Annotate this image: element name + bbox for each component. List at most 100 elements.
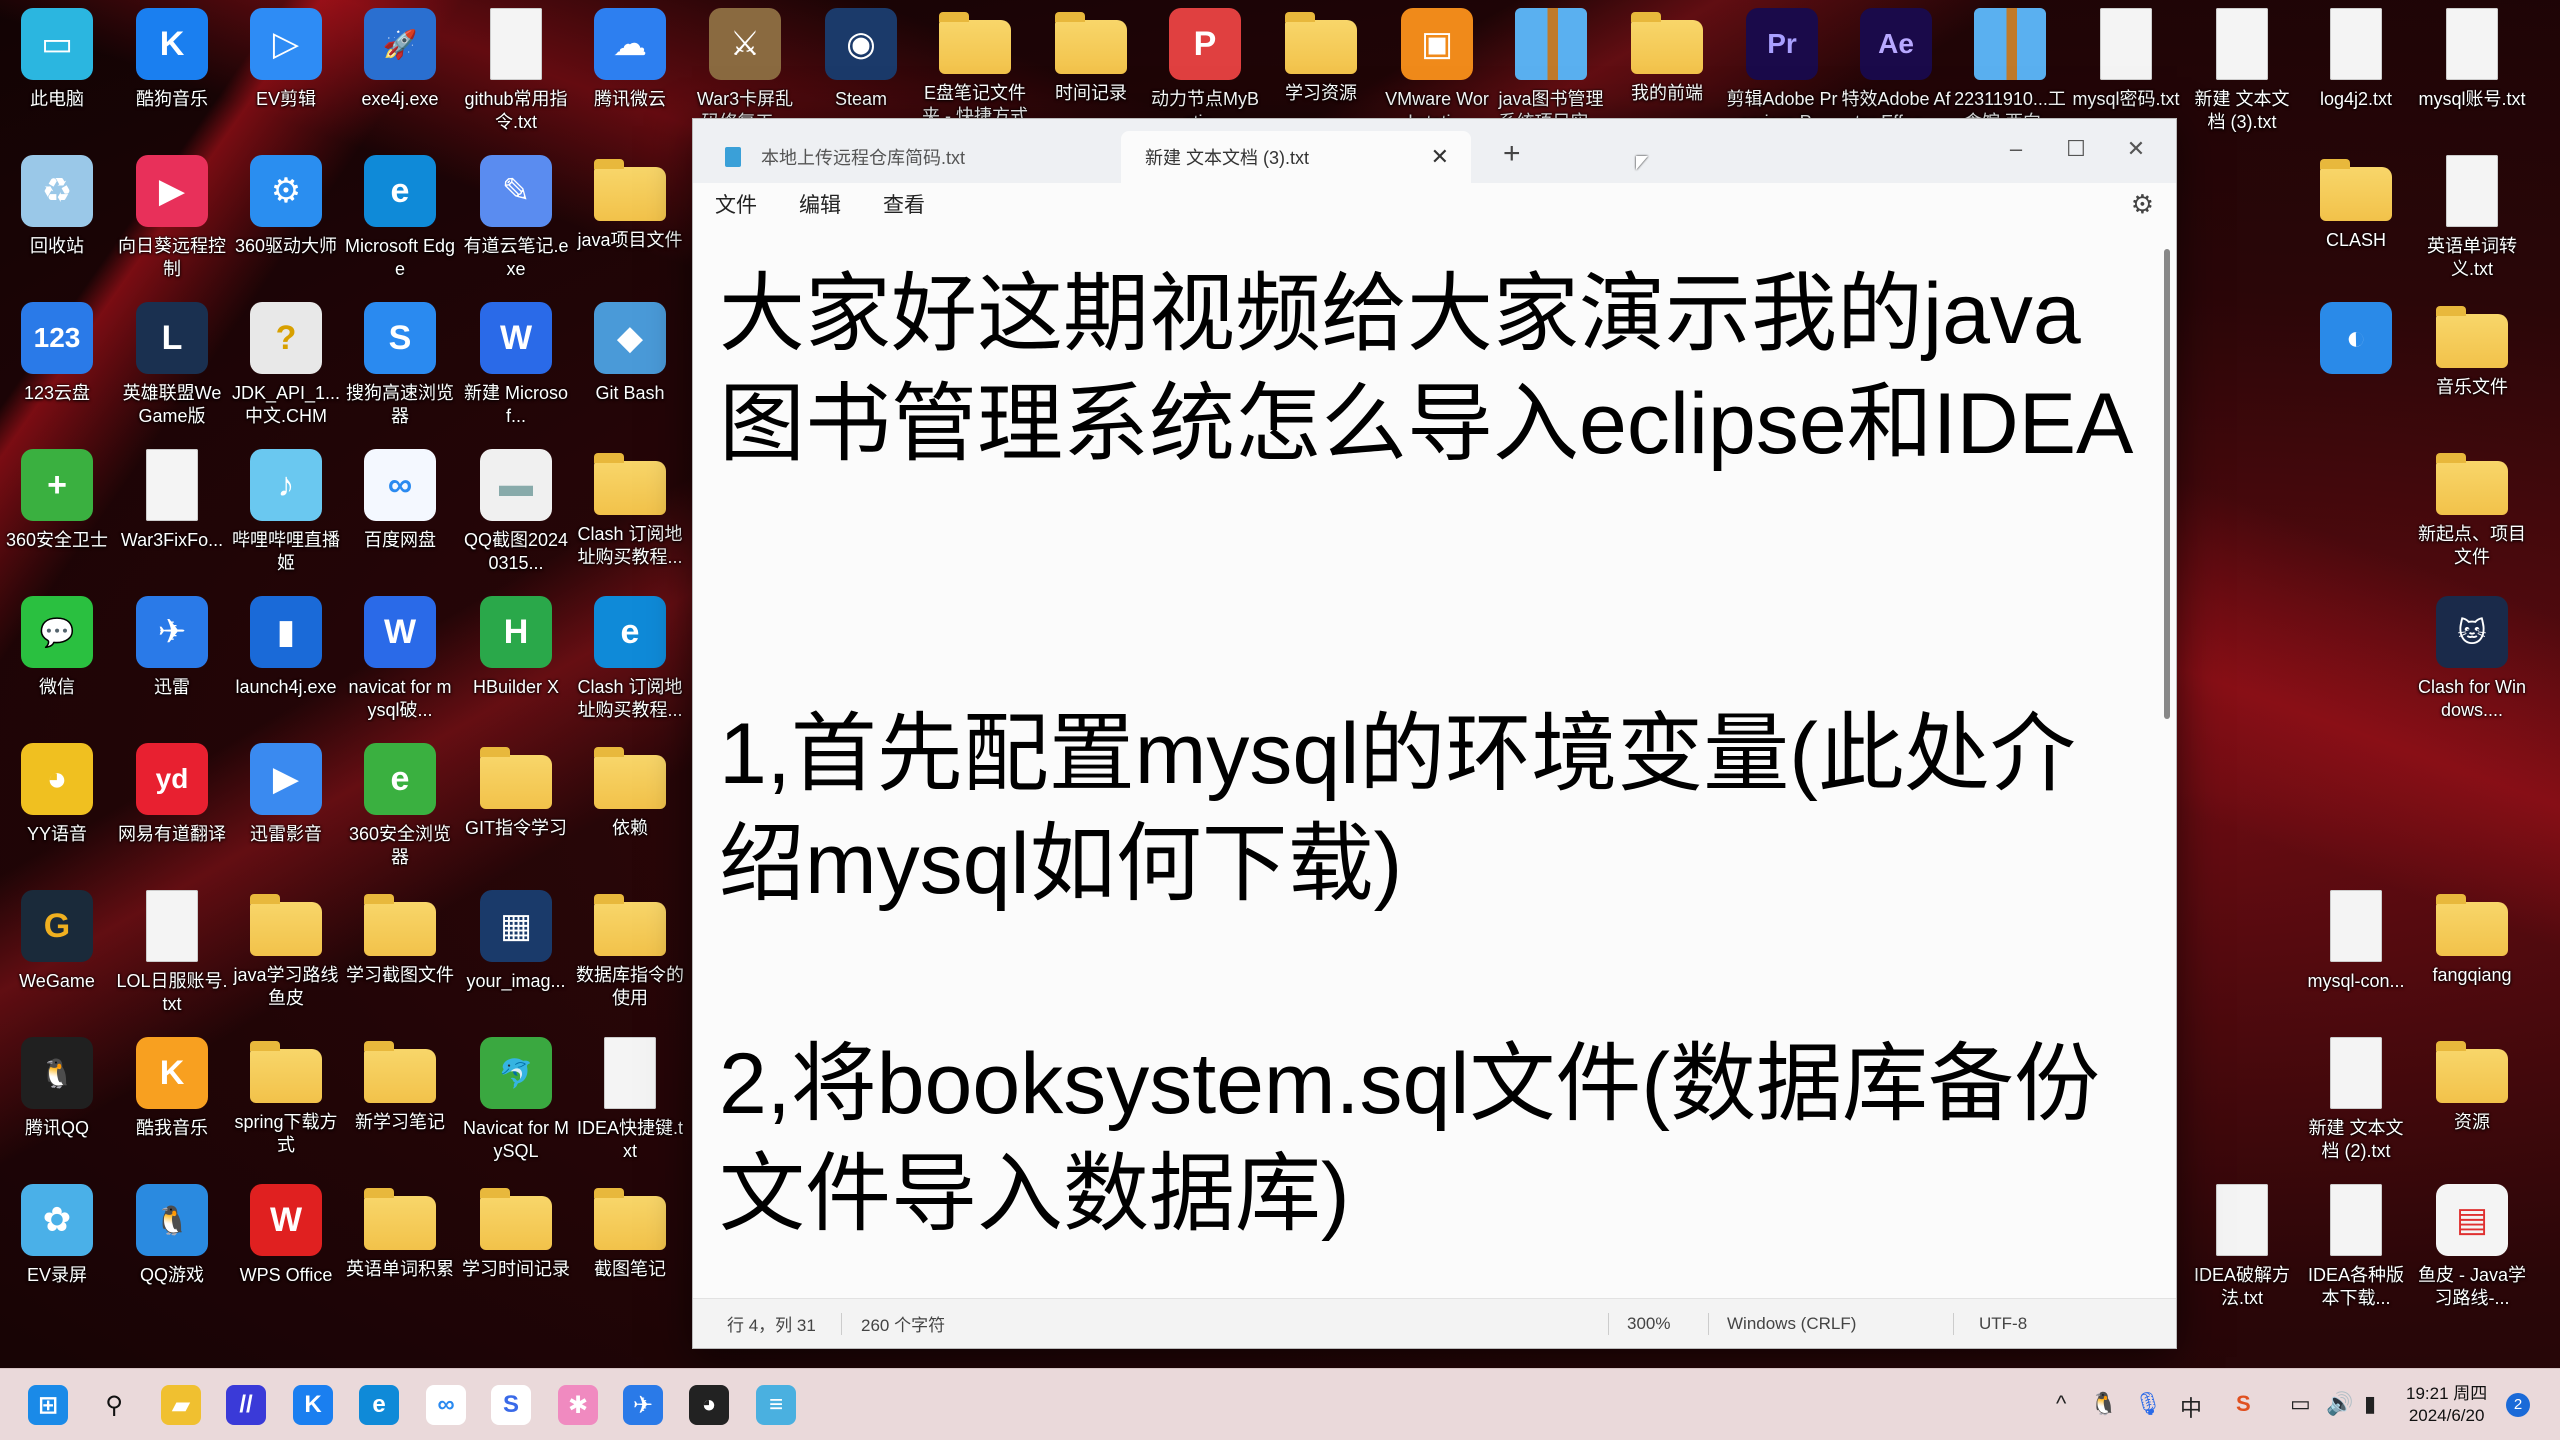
zoom-level[interactable]: 300% [1627, 1314, 1670, 1334]
desktop-icon[interactable]: mysql账号.txt [2416, 8, 2528, 111]
menu-edit[interactable]: 编辑 [799, 189, 841, 219]
desktop-icon[interactable]: S 搜狗高速浏览器 [344, 302, 456, 428]
edge-icon[interactable]: e [359, 1385, 399, 1425]
desktop-icon[interactable]: ▷ EV剪辑 [230, 8, 342, 111]
desktop-icon[interactable]: 新学习笔记 [344, 1037, 456, 1134]
menu-view[interactable]: 查看 [883, 189, 925, 219]
desktop-icon[interactable]: 音乐文件 [2416, 302, 2528, 399]
desktop-icon[interactable]: Pr剪辑Adobe Premiere P... [1726, 8, 1838, 134]
desktop-icon[interactable]: Ae特效Adobe After Effec... [1840, 8, 1952, 134]
desktop-icon[interactable]: mysql密码.txt [2070, 8, 2182, 111]
desktop-icon[interactable]: 💬 微信 [1, 596, 113, 699]
text-editor[interactable]: 大家好这期视频给大家演示我的java图书管理系统怎么导入eclipse和IDEA… [719, 259, 2136, 1292]
desktop-icon[interactable]: ♻ 回收站 [1, 155, 113, 258]
desktop-icon[interactable]: 时间记录 [1035, 8, 1147, 105]
menu-file[interactable]: 文件 [715, 189, 757, 219]
desktop-icon[interactable]: log4j2.txt [2300, 8, 2412, 111]
notification-badge[interactable]: 2 [2506, 1393, 2530, 1417]
desktop-icon[interactable]: 🚀 exe4j.exe [344, 8, 456, 111]
desktop-icon[interactable]: W 新建 Microsof... [460, 302, 572, 428]
desktop-icon[interactable]: ✎ 有道云笔记.exe [460, 155, 572, 281]
display-icon[interactable]: ▭ [2290, 1391, 2311, 1417]
new-tab-button[interactable]: + [1503, 137, 1521, 171]
desktop-icon[interactable]: 🐧 QQ游戏 [116, 1184, 228, 1287]
vertical-scrollbar[interactable] [2164, 249, 2170, 719]
tab-remote-repo-notes[interactable]: 本地上传远程仓库简码.txt [701, 131, 1109, 183]
desktop-icon[interactable]: e 360安全浏览器 [344, 743, 456, 869]
desktop-icon[interactable]: yd 网易有道翻译 [116, 743, 228, 846]
desktop-icon[interactable]: IDEA破解方法.txt [2186, 1184, 2298, 1310]
desktop-icon[interactable]: ◕ YY语音 [1, 743, 113, 846]
line-ending[interactable]: Windows (CRLF) [1727, 1314, 1856, 1334]
desktop-icon[interactable]: 英语单词积累 [344, 1184, 456, 1281]
desktop-icon[interactable]: ▣VMware Workstati... [1381, 8, 1493, 134]
ime-indicator[interactable]: 中 [2180, 1391, 2202, 1423]
desktop-icon[interactable]: fangqiang [2416, 890, 2528, 987]
xunlei-icon[interactable]: ✈ [623, 1385, 663, 1425]
desktop-icon[interactable]: 依赖 [574, 743, 686, 840]
desktop-icon[interactable]: ▦ your_imag... [460, 890, 572, 993]
desktop-icon[interactable]: 学习资源 [1265, 8, 1377, 105]
desktop-icon[interactable]: Wnavicat for mysql破... [344, 596, 456, 722]
desktop-icon[interactable]: java项目文件 [574, 155, 686, 252]
close-button[interactable]: ✕ [2106, 129, 2166, 169]
desktop-icon[interactable]: e Microsoft Edge [344, 155, 456, 281]
desktop-icon[interactable]: CLASH [2300, 155, 2412, 252]
desktop-icon[interactable]: L 英雄联盟WeGame版 [116, 302, 228, 428]
desktop-icon[interactable]: ▮ launch4j.exe [230, 596, 342, 699]
search-icon[interactable]: ⚲ [94, 1385, 134, 1425]
start-icon[interactable]: ⊞ [28, 1385, 68, 1425]
desktop-icon[interactable]: ? JDK_API_1...中文.CHM [230, 302, 342, 428]
desktop-icon[interactable]: K 酷我音乐 [116, 1037, 228, 1140]
desktop-icon[interactable]: 英语单词转义.txt [2416, 155, 2528, 281]
encoding[interactable]: UTF-8 [1979, 1314, 2027, 1334]
qq-tray-icon[interactable]: 🐧 [2090, 1391, 2117, 1417]
desktop-icon[interactable]: ◐ [2300, 302, 2412, 382]
desktop-icon[interactable]: ◆ Git Bash [574, 302, 686, 405]
desktop-icon[interactable]: ▬ QQ截图20240315... [460, 449, 572, 575]
file-explorer-icon[interactable]: ▰ [161, 1385, 201, 1425]
app-icon[interactable]: // [226, 1385, 266, 1425]
sogou-browser-icon[interactable]: S [491, 1385, 531, 1425]
desktop-icon[interactable]: spring下载方式 [230, 1037, 342, 1157]
desktop-icon[interactable]: ♪ 哔哩哔哩直播姬 [230, 449, 342, 575]
desktop-icon[interactable]: E盘笔记文件夹 - 快捷方式 [919, 8, 1031, 128]
desktop-icon[interactable]: 🐱 Clash for Windows.... [2416, 596, 2528, 722]
desktop-icon[interactable]: IDEA快捷键.txt [574, 1037, 686, 1163]
close-tab-icon[interactable]: ✕ [1431, 144, 1449, 170]
desktop-icon[interactable]: mysql-con... [2300, 890, 2412, 993]
desktop-icon[interactable]: 新建 文本文档 (2).txt [2300, 1037, 2412, 1163]
kugou-icon[interactable]: K [293, 1385, 333, 1425]
avatar-app-icon[interactable]: ◕ [689, 1385, 729, 1425]
desktop-icon[interactable]: 我的前端 [1611, 8, 1723, 105]
desktop-icon[interactable]: GIT指令学习 [460, 743, 572, 840]
tray-overflow-button[interactable]: ^ [2056, 1391, 2066, 1417]
desktop-icon[interactable]: java学习路线鱼皮 [230, 890, 342, 1010]
desktop-icon[interactable]: LOL日服账号.txt [116, 890, 228, 1016]
desktop-icon[interactable]: 🐧 腾讯QQ [1, 1037, 113, 1140]
desktop-icon[interactable]: 数据库指令的使用 [574, 890, 686, 1010]
desktop-icon[interactable]: e Clash 订阅地址购买教程... [574, 596, 686, 722]
settings-gear-icon[interactable]: ⚙ [2131, 189, 2154, 220]
notepad-icon[interactable]: ≡ [756, 1385, 796, 1425]
title-bar[interactable]: 本地上传远程仓库简码.txt 新建 文本文档 (3).txt ✕ + – ☐ ✕ [693, 119, 2176, 183]
desktop-icon[interactable]: 资源 [2416, 1037, 2528, 1134]
desktop-icon[interactable]: 22311910...工食馆 西向... [1954, 8, 2066, 134]
desktop-icon[interactable]: K 酷狗音乐 [116, 8, 228, 111]
desktop-icon[interactable]: ☁ 腾讯微云 [574, 8, 686, 111]
tab-new-text-doc-3[interactable]: 新建 文本文档 (3).txt ✕ [1121, 131, 1471, 183]
desktop-icon[interactable]: ▭ 此电脑 [1, 8, 113, 111]
desktop-icon[interactable]: Clash 订阅地址购买教程... [574, 449, 686, 569]
desktop-icon[interactable]: H HBuilder X [460, 596, 572, 699]
desktop-icon[interactable]: 学习时间记录 [460, 1184, 572, 1281]
battery-icon[interactable]: ▮ [2364, 1391, 2376, 1417]
desktop-icon[interactable]: 新起点、项目文件 [2416, 449, 2528, 569]
desktop-icon[interactable]: +360安全卫士 [1, 449, 113, 552]
colorful-app-icon[interactable]: ✱ [558, 1385, 598, 1425]
desktop-icon[interactable]: ✈ 迅雷 [116, 596, 228, 699]
desktop-icon[interactable]: 学习截图文件 [344, 890, 456, 987]
desktop-icon[interactable]: 123 123云盘 [1, 302, 113, 405]
sogou-ime-icon[interactable]: S [2236, 1391, 2251, 1417]
desktop-icon[interactable]: ◉ Steam [805, 8, 917, 111]
desktop-icon[interactable]: ▶ 迅雷影音 [230, 743, 342, 846]
